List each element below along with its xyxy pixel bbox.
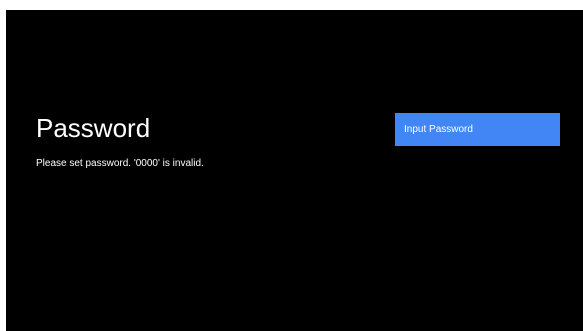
- password-message: Please set password. '0000' is invalid.: [36, 158, 204, 169]
- page-title: Password: [36, 113, 151, 143]
- tv-settings-screen: Password Please set password. '0000' is …: [6, 10, 583, 331]
- input-password-button[interactable]: Input Password: [395, 113, 560, 146]
